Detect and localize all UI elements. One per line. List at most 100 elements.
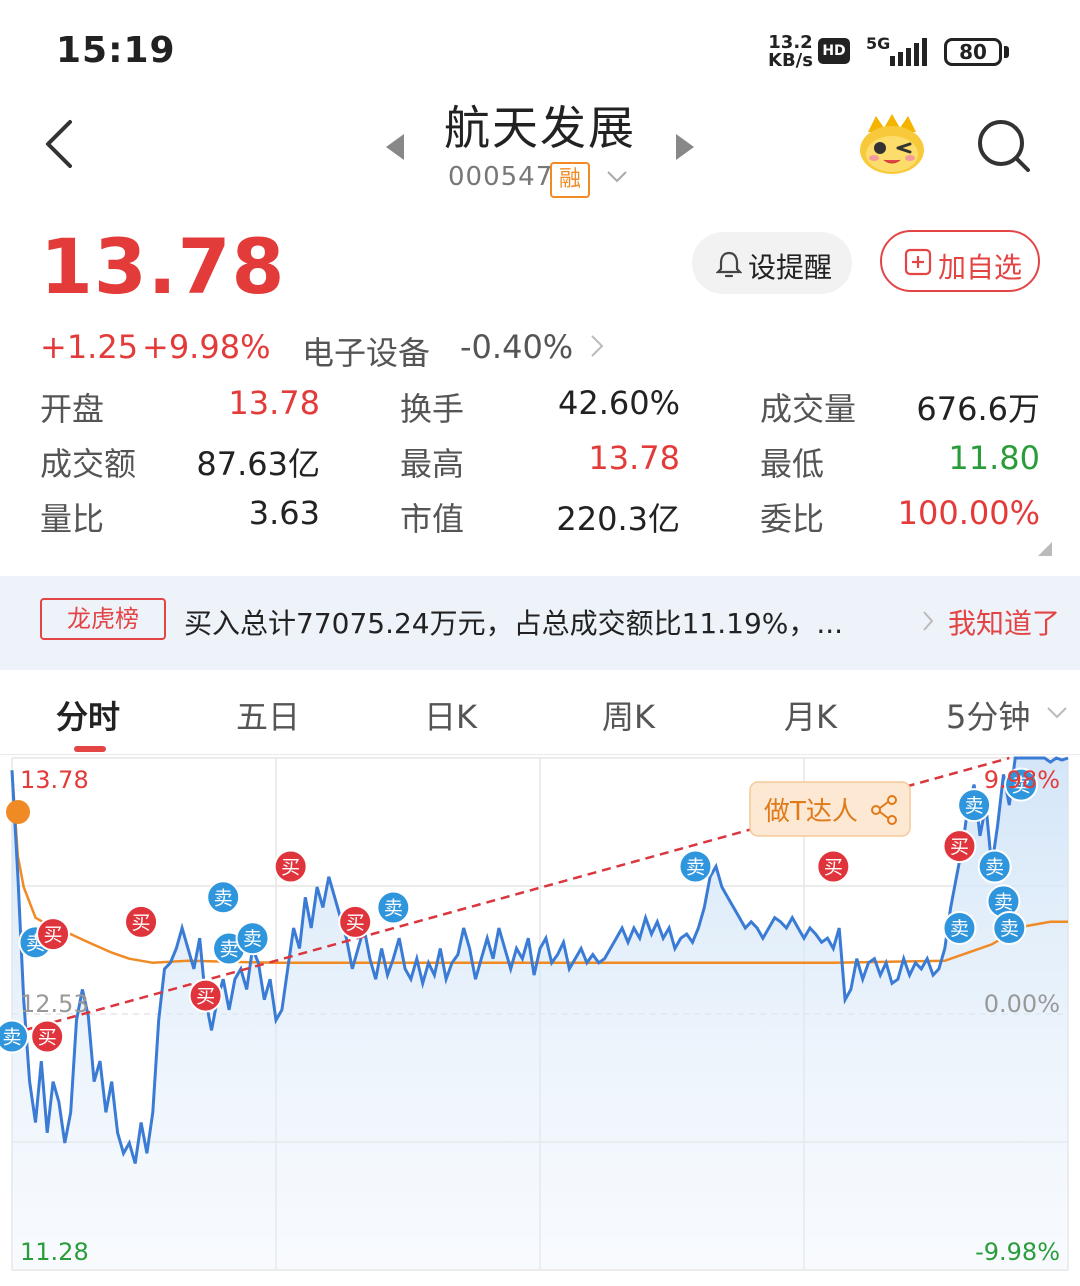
price-change: +1.25: [40, 328, 139, 366]
stats-row: 量比 3.63 市值 220.3亿 委比 100.00%: [40, 494, 1040, 549]
stat-value-order-ratio: 100.00%: [897, 494, 1040, 532]
stock-code: 000547: [448, 162, 554, 192]
signal-label: 卖: [243, 928, 262, 950]
signal-label: 卖: [985, 857, 1004, 879]
price-change-pct: +9.98%: [142, 328, 271, 366]
signal-label: 卖: [214, 887, 233, 909]
set-alert-button[interactable]: 设提醒: [692, 232, 852, 294]
search-icon[interactable]: [974, 116, 1034, 176]
signal-label: 买: [824, 857, 843, 879]
stat-label-turnover: 换手: [400, 390, 465, 428]
sell-signal-marker[interactable]: 卖: [235, 921, 270, 956]
stat-label-market-cap: 市值: [400, 500, 465, 538]
buy-signal-marker[interactable]: 买: [338, 904, 373, 939]
mascot-icon[interactable]: [856, 112, 928, 176]
add-watchlist-button[interactable]: 加自选: [880, 230, 1040, 292]
tab-intraday[interactable]: 分时: [56, 692, 120, 738]
signal-label: 卖: [950, 918, 969, 940]
signal-label: 卖: [2, 1027, 21, 1049]
chart-tabs: 分时 五日 日K 周K 月K 5分钟: [0, 676, 1080, 755]
stat-value-amount: 87.63亿: [196, 445, 320, 483]
net-speed-unit: KB/s: [768, 50, 813, 71]
expand-corner-icon[interactable]: [1038, 542, 1052, 556]
buy-signal-marker[interactable]: 买: [188, 978, 223, 1013]
status-time: 15:19: [56, 30, 176, 71]
hd-badge: HD: [818, 38, 850, 64]
stat-label-low: 最低: [760, 445, 825, 483]
y-label-low: 11.28: [20, 1238, 89, 1266]
buy-signal-marker[interactable]: 买: [273, 849, 308, 884]
stat-value-volume-ratio: 3.63: [248, 494, 320, 532]
signal-label: 买: [196, 986, 215, 1008]
signal-label: 买: [346, 912, 365, 934]
bell-icon: [716, 251, 742, 278]
buy-signal-marker[interactable]: 买: [36, 917, 71, 952]
stat-value-turnover: 42.60%: [557, 384, 680, 422]
sell-signal-marker[interactable]: 卖: [942, 910, 977, 945]
stat-label-open: 开盘: [40, 390, 105, 428]
tab-five-minute[interactable]: 5分钟: [946, 692, 1030, 738]
chevron-down-icon[interactable]: [606, 170, 628, 184]
chevron-down-icon[interactable]: [1046, 706, 1068, 720]
network-type: 5G: [866, 34, 891, 53]
t-trader-label: 做T达人: [764, 797, 858, 827]
signal-label: 卖: [220, 938, 239, 960]
back-icon[interactable]: [40, 118, 90, 168]
sell-signal-marker[interactable]: 卖: [376, 890, 411, 925]
active-tab-indicator: [74, 746, 106, 752]
t-trader-badge[interactable]: 做T达人: [749, 781, 911, 837]
buy-signal-marker[interactable]: 买: [942, 829, 977, 864]
tab-five-day[interactable]: 五日: [236, 692, 300, 738]
sector-change[interactable]: -0.40%: [460, 328, 573, 366]
signal-label: 卖: [384, 898, 403, 920]
stats-row: 成交额 87.63亿 最高 13.78 最低 11.80: [40, 439, 1040, 494]
battery-icon: 80: [944, 38, 1002, 66]
stat-value-open: 13.78: [228, 384, 320, 422]
stats-row: 开盘 13.78 换手 42.60% 成交量 676.6万: [40, 384, 1040, 439]
signal-label: 买: [38, 1027, 57, 1049]
sector-name[interactable]: 电子设备: [302, 328, 430, 374]
chevron-right-icon[interactable]: [590, 334, 604, 358]
margin-trading-badge: 融: [550, 162, 590, 198]
signal-label: 卖: [965, 795, 984, 817]
signal-label: 买: [281, 857, 300, 879]
open-marker: [6, 800, 30, 824]
dismiss-button[interactable]: 我知道了: [948, 602, 1060, 642]
set-alert-label: 设提醒: [748, 251, 833, 284]
add-watchlist-label: 加自选: [938, 251, 1023, 284]
dragon-tiger-text: 买入总计77075.24万元，占总成交额比11.19%，...: [184, 607, 844, 640]
buy-signal-marker[interactable]: 买: [816, 849, 851, 884]
next-stock-icon[interactable]: [674, 132, 696, 162]
tab-daily-k[interactable]: 日K: [424, 692, 477, 738]
net-speed: 13.2 KB/s: [768, 34, 813, 70]
stock-name: 航天发展: [444, 101, 636, 155]
sell-signal-marker[interactable]: 卖: [992, 910, 1027, 945]
dragon-tiger-tag: 龙虎榜: [40, 598, 166, 640]
sell-signal-marker[interactable]: 卖: [206, 880, 241, 915]
tab-weekly-k[interactable]: 周K: [602, 692, 655, 738]
dragon-tiger-bar[interactable]: 龙虎榜 买入总计77075.24万元，占总成交额比11.19%，... 我知道了: [0, 576, 1080, 670]
y-label-prev-close: 12.53: [20, 990, 89, 1018]
y-label-pct-low: -9.98%: [975, 1238, 1060, 1266]
tab-monthly-k[interactable]: 月K: [784, 692, 837, 738]
sell-signal-marker[interactable]: 卖: [977, 849, 1012, 884]
stat-value-high: 13.78: [588, 439, 680, 477]
battery-tip: [1004, 46, 1009, 58]
stat-value-low: 11.80: [948, 439, 1040, 477]
stat-label-volume-ratio: 量比: [40, 500, 105, 538]
signal-label: 买: [44, 924, 63, 946]
status-bar: 15:19 13.2 KB/s HD 5G 80: [0, 0, 1080, 90]
current-price: 13.78: [40, 222, 286, 311]
add-square-icon: [904, 248, 932, 276]
stat-label-volume: 成交量: [760, 390, 857, 428]
buy-signal-marker[interactable]: 买: [30, 1019, 65, 1054]
sell-signal-marker[interactable]: 卖: [678, 849, 713, 884]
stats-grid: 开盘 13.78 换手 42.60% 成交量 676.6万 成交额 87.63亿…: [40, 384, 1040, 549]
stat-value-market-cap: 220.3亿: [556, 500, 680, 538]
signal-icon: [890, 38, 927, 66]
stat-label-high: 最高: [400, 445, 465, 483]
intraday-chart[interactable]: 卖买买买卖卖 卖买买卖卖 买买卖卖卖卖卖卖卖买 13.78 12.53 11.28 …: [0, 754, 1080, 1286]
buy-signal-marker[interactable]: 买: [124, 904, 159, 939]
sell-signal-marker[interactable]: 卖: [0, 1019, 29, 1054]
signal-label: 卖: [686, 857, 705, 879]
